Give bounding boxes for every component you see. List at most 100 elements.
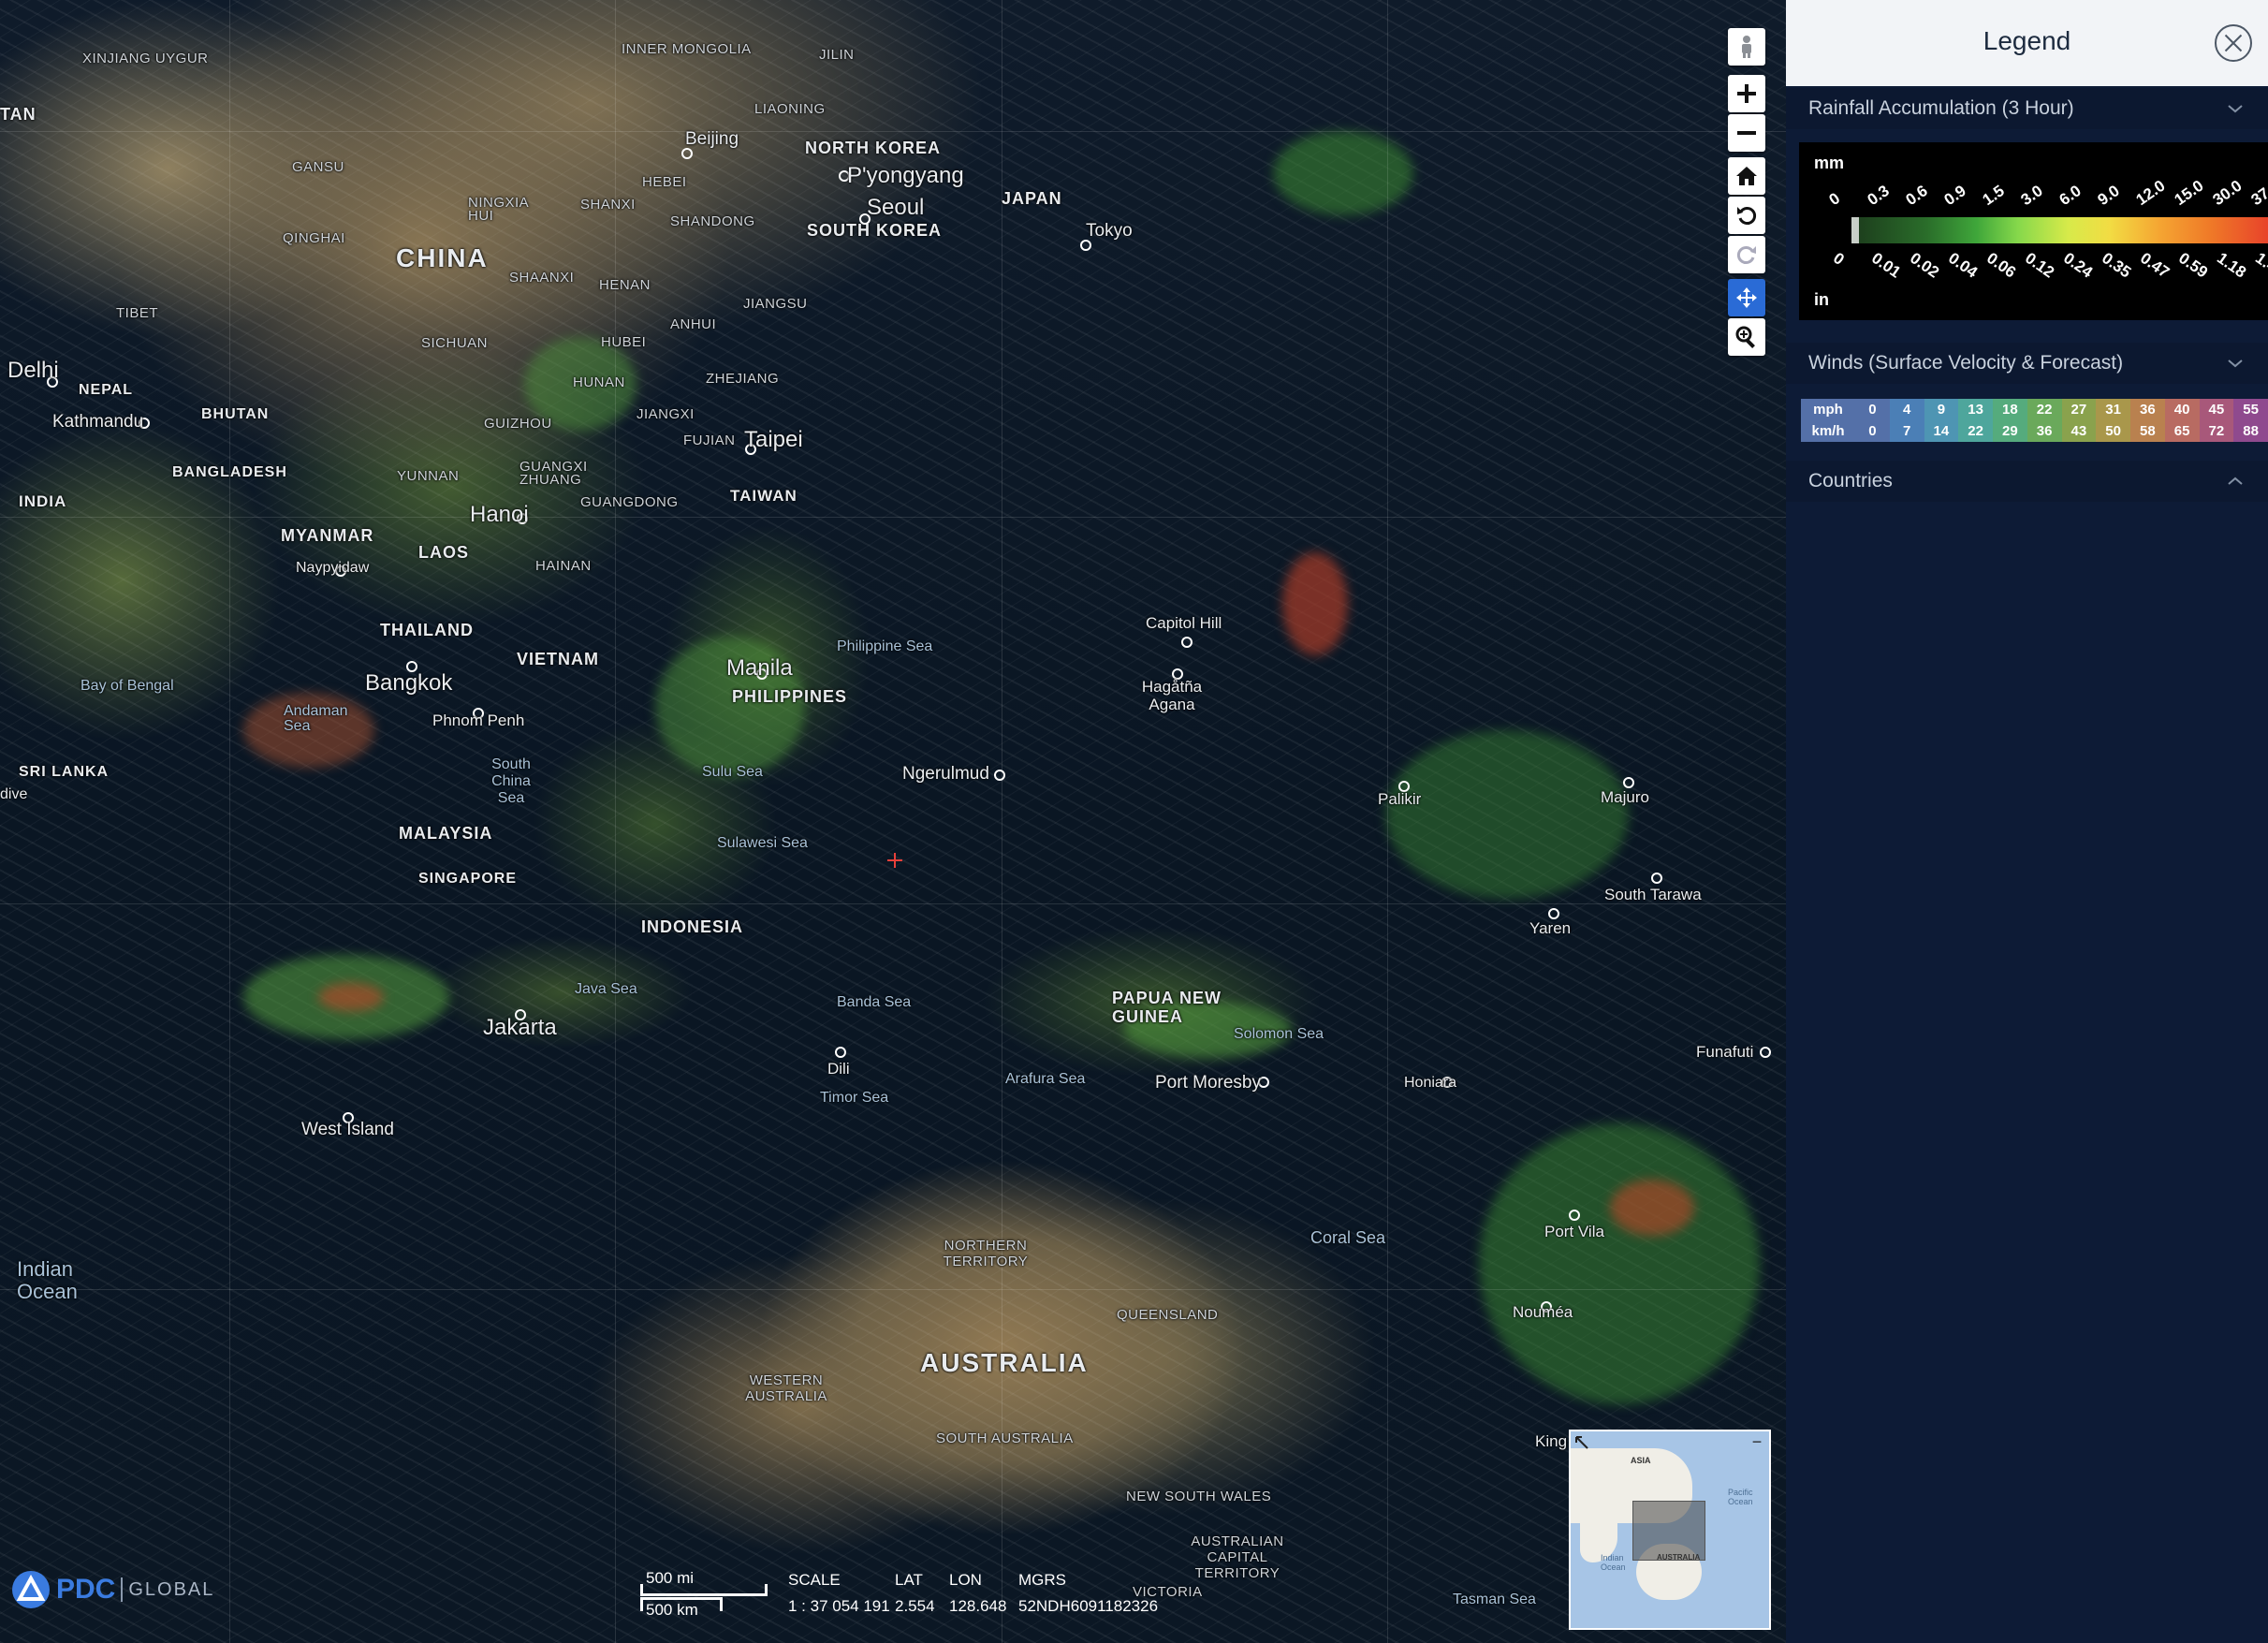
rain-mm-tick: 3.0 [2017,182,2046,210]
close-icon[interactable] [2215,24,2252,62]
map-label-region: GUIZHOU [484,416,552,432]
street-view-button[interactable] [1728,28,1765,66]
rain-in-tick: 0.04 [1945,249,1982,282]
crosshair-icon [887,853,902,868]
minimap-expand-icon[interactable] [1574,1435,1589,1450]
minimap-label: Indian Ocean [1601,1553,1626,1572]
section-title: Countries [1808,470,1893,491]
rain-mm-tick: 1.5 [1979,182,2008,210]
scale-heading: SCALE [788,1571,841,1589]
map-label-region: LIAONING [754,101,826,117]
map-label-edge: dive [0,786,28,802]
zoom-out-button[interactable] [1728,114,1765,152]
minimap-collapse-button[interactable]: − [1749,1433,1765,1450]
map-label-region: SOUTH AUSTRALIA [936,1430,1074,1446]
map-label-region: HEBEI [642,174,687,190]
map-label-city: Seoul [867,195,925,220]
zoom-in-button[interactable] [1728,75,1765,112]
map-label-city: Yaren [1529,919,1572,937]
grid-line [0,131,1786,132]
map-label-sea: Banda Sea [837,994,912,1010]
map-label-city: Palikir [1378,790,1422,808]
map-label-city: Jakarta [483,1015,557,1040]
city-marker [1569,1210,1580,1221]
wind-speed-cell: 7 [1889,420,1924,442]
map-label-city: Port Moresby [1155,1073,1261,1093]
rain-mm-tick: 6.0 [2056,182,2085,210]
map-label-region: HUBEI [601,334,647,350]
rain-in-tick: 0.59 [2175,249,2212,282]
rain-cell [1273,131,1413,215]
rain-in-tick: 0.06 [1983,249,2020,282]
map-label-region: XINJIANG UYGUR [82,51,209,66]
map-label-city: Phnom Penh [432,711,525,729]
map-label-city: King [1535,1432,1568,1450]
rain-mm-tick: 15.0 [2171,176,2207,210]
scale-value: 1 : 37 054 191 [788,1597,890,1615]
map-label-sea: Sulu Sea [702,764,763,780]
map-label-sea: Bay of Bengal [80,678,174,694]
wind-unit-label: mph [1801,399,1855,420]
wind-unit-label: km/h [1801,420,1855,442]
zoom-box-button[interactable] [1728,318,1765,356]
map-label-region: NINGXIA HUI [468,195,529,224]
minus-icon [1737,131,1756,135]
legend-section-winds[interactable]: Winds (Surface Velocity & Forecast) [1786,343,2268,384]
wind-speed-cell: 40 [2164,399,2200,420]
map-label-region: NORTHERN TERRITORY [943,1238,1029,1269]
city-marker [994,770,1005,781]
map-label-city: P'yongyang [847,163,964,188]
overview-minimap[interactable]: ASIA Pacific Ocean Indian Ocean AUSTRALI… [1569,1430,1771,1630]
redo-icon [1736,246,1756,264]
map-label-sri-lanka: SRI LANKA [19,764,110,780]
rain-mm-tick: 0 [1825,189,1844,210]
undo-button[interactable] [1728,197,1765,234]
map-label-city: Ngerulmud [902,764,989,784]
rain-in-tick: 1.46 [2252,249,2268,282]
pdc-logo[interactable]: PDC GLOBAL [11,1570,214,1609]
city-marker [1623,777,1634,788]
map-label-region: SICHUAN [421,335,489,351]
rain-unit-in: in [1814,290,1829,309]
logo-text: PDC [56,1574,116,1605]
map-label-vietnam: VIETNAM [517,650,599,668]
chevron-down-icon [2228,105,2243,113]
map-label-region: JILIN [819,47,855,63]
wind-speed-cell: 65 [2164,420,2200,442]
legend-section-countries[interactable]: Countries [1786,461,2268,502]
city-marker [1760,1047,1771,1058]
pan-button[interactable] [1728,279,1765,316]
map-label-region: GUANGDONG [580,494,679,510]
map-label-myanmar: MYANMAR [281,526,374,545]
wind-speed-cell: 50 [2096,420,2130,442]
logo-subtext: GLOBAL [128,1578,215,1600]
wind-speed-cell: 22 [1958,420,1993,442]
wind-speed-cell: 36 [2027,420,2062,442]
map-label-region: JIANGSU [743,296,808,312]
map-label-sea: Coral Sea [1310,1228,1386,1247]
minimap-viewport[interactable] [1632,1501,1705,1561]
legend-section-rainfall[interactable]: Rainfall Accumulation (3 Hour) [1786,88,2268,129]
rain-mm-tick: 30.0 [2209,176,2246,210]
map-label-sea: Sulawesi Sea [717,835,808,851]
scale-bar: 500 mi 500 km [637,1569,768,1625]
map-label-city: Funafuti [1696,1043,1754,1061]
chevron-up-icon [2228,477,2243,485]
move-icon [1736,287,1757,308]
map-label-city: South Tarawa [1604,886,1702,903]
map-label-sea: Philippine Sea [837,638,933,654]
map-label-india: INDIA [19,492,67,510]
home-button[interactable] [1728,157,1765,195]
map-label-city: Taipei [744,427,803,452]
section-title: Winds (Surface Velocity & Forecast) [1808,352,2124,374]
city-marker [1181,637,1193,648]
map-canvas[interactable]: CHINA INNER MONGOLIA NORTH KOREA SOUTH K… [0,0,1786,1643]
map-label-laos: LAOS [418,543,470,562]
redo-button[interactable] [1728,236,1765,273]
map-label-north-korea: NORTH KOREA [805,139,941,157]
wind-speed-cell: 13 [1958,399,1993,420]
map-label-city: Majuro [1601,788,1649,806]
wind-speed-cell: 22 [2027,399,2062,420]
map-label-sea: Timor Sea [820,1090,889,1106]
map-label-ocean: Indian Ocean [17,1257,78,1303]
